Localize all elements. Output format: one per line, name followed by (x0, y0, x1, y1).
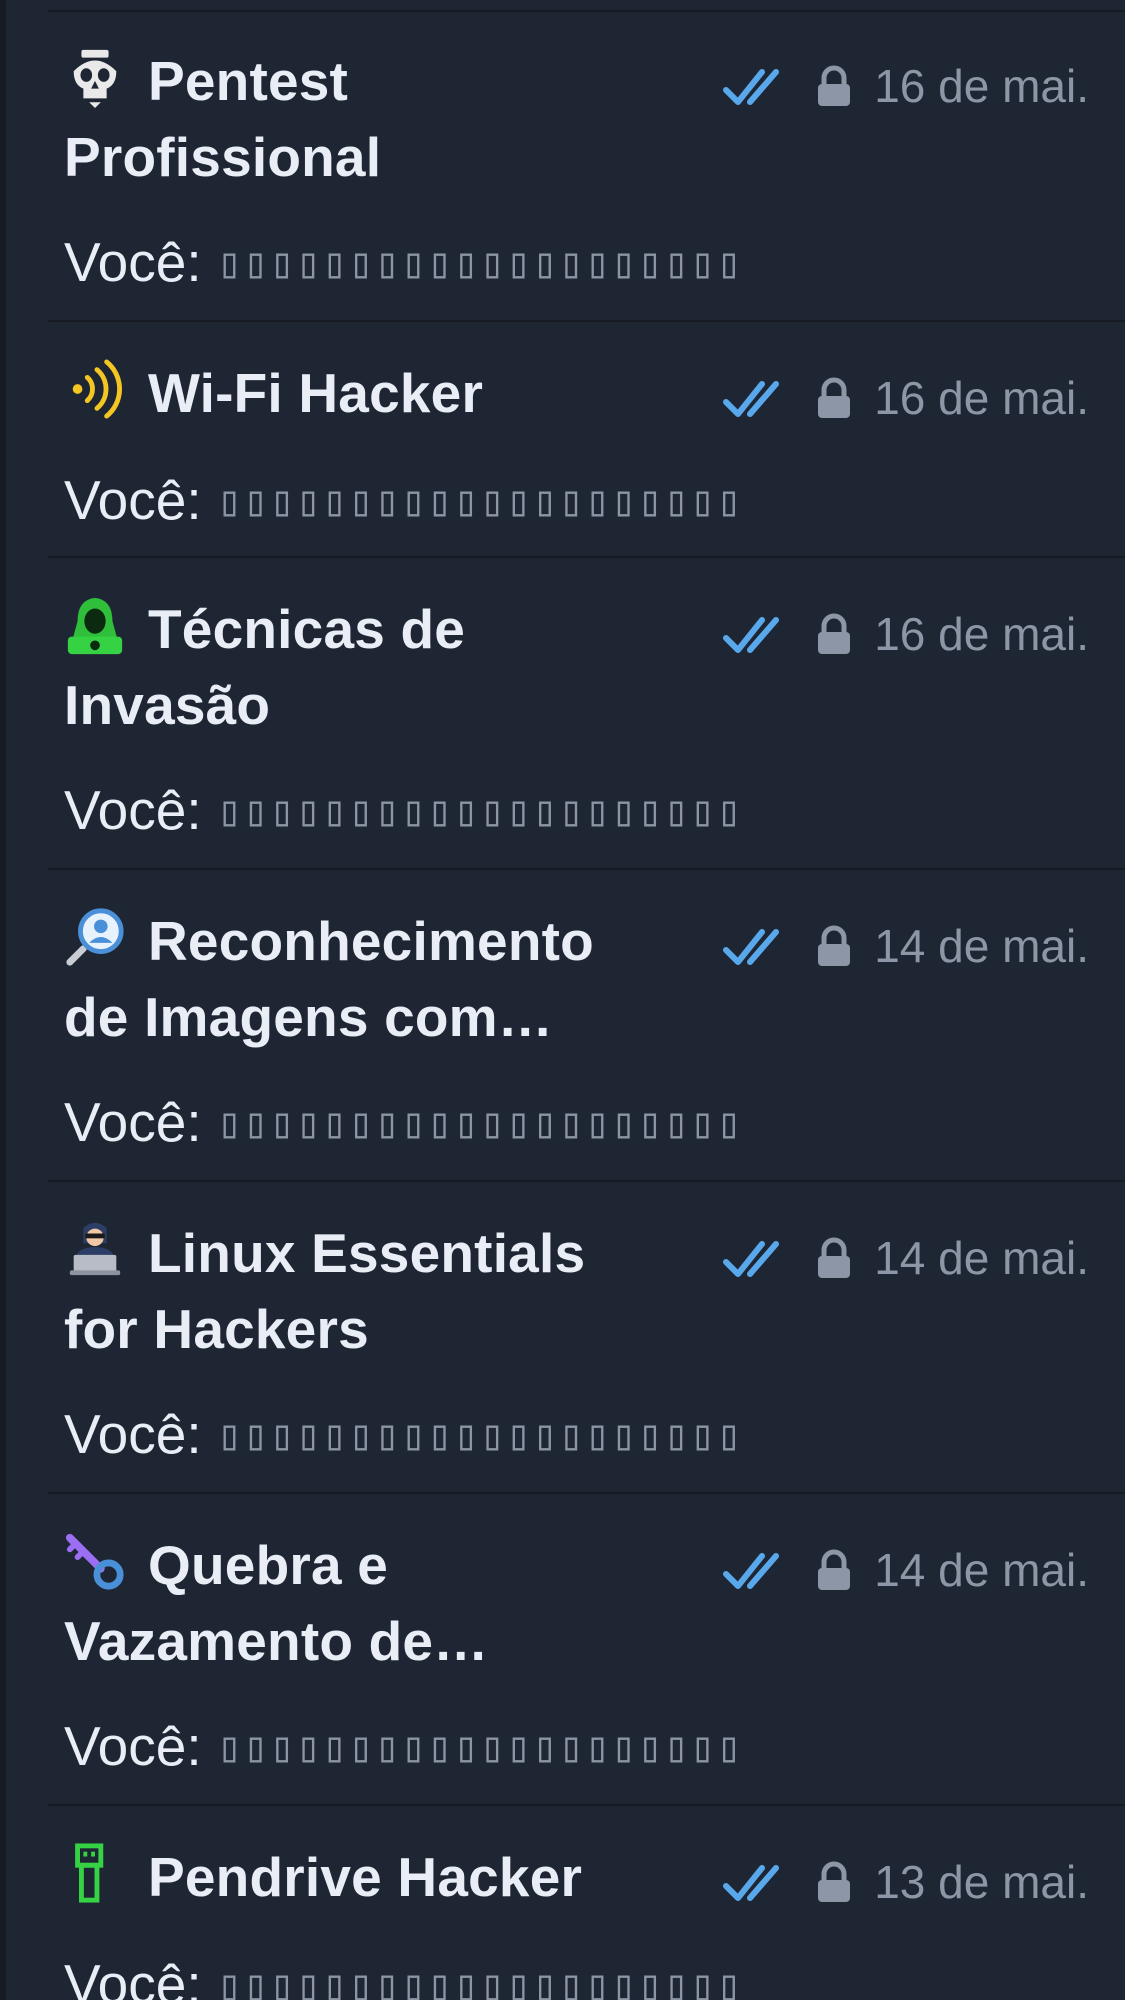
chat-title-text: Linux Essentials for Hackers (64, 1222, 586, 1360)
chat-item-pentest-profissional[interactable]: Pentest Profissional 16 de mai. Você: ▯▯… (48, 10, 1125, 322)
chat-date: 13 de mai. (874, 1856, 1089, 1908)
usb-drive-emoji-icon (64, 1842, 126, 1904)
chat-item-wifi-hacker[interactable]: Wi-Fi Hacker 16 de mai. Você: ▯▯▯▯▯▯▯▯▯▯… (48, 322, 1125, 558)
chat-preview: Você: ▯▯▯▯▯▯▯▯▯▯▯▯▯▯▯▯▯▯▯▯ (64, 1954, 743, 2000)
preview-sender: Você: (64, 779, 202, 841)
preview-sender: Você: (64, 1953, 202, 2000)
lock-icon (814, 1548, 854, 1592)
double-check-icon (722, 1860, 794, 1904)
lock-icon (814, 64, 854, 108)
chat-meta: 13 de mai. (722, 1852, 1089, 1912)
chat-date: 16 de mai. (874, 372, 1089, 424)
chat-title-text: Pendrive Hacker (148, 1846, 583, 1908)
chat-title-row: Linux Essentials for Hackers (64, 1215, 664, 1367)
lock-icon (814, 924, 854, 968)
chat-title-row: Quebra e Vazamento de… (64, 1527, 664, 1679)
lock-icon (814, 1860, 854, 1904)
preview-message: ▯▯▯▯▯▯▯▯▯▯▯▯▯▯▯▯▯▯▯▯ (216, 1098, 743, 1147)
chat-preview: Você: ▯▯▯▯▯▯▯▯▯▯▯▯▯▯▯▯▯▯▯▯ (64, 1716, 743, 1777)
chat-meta: 14 de mai. (722, 916, 1089, 976)
chat-title-text: Wi-Fi Hacker (148, 362, 484, 424)
chat-title-text: Quebra e Vazamento de… (64, 1534, 489, 1672)
preview-message: ▯▯▯▯▯▯▯▯▯▯▯▯▯▯▯▯▯▯▯▯ (216, 1960, 743, 2000)
lock-icon (814, 612, 854, 656)
preview-sender: Você: (64, 1403, 202, 1465)
chat-preview: Você: ▯▯▯▯▯▯▯▯▯▯▯▯▯▯▯▯▯▯▯▯ (64, 1404, 743, 1465)
chat-preview: Você: ▯▯▯▯▯▯▯▯▯▯▯▯▯▯▯▯▯▯▯▯ (64, 780, 743, 841)
double-check-icon (722, 64, 794, 108)
chat-title-row: Pendrive Hacker (64, 1839, 664, 1915)
chat-list: Pentest Profissional 16 de mai. Você: ▯▯… (48, 10, 1125, 2000)
chat-date: 16 de mai. (874, 608, 1089, 660)
signal-emoji-icon (64, 358, 126, 420)
preview-message: ▯▯▯▯▯▯▯▯▯▯▯▯▯▯▯▯▯▯▯▯ (216, 238, 743, 287)
preview-sender: Você: (64, 1715, 202, 1777)
chat-date: 14 de mai. (874, 920, 1089, 972)
left-edge-border (0, 0, 6, 2000)
preview-message: ▯▯▯▯▯▯▯▯▯▯▯▯▯▯▯▯▯▯▯▯ (216, 1410, 743, 1459)
hacker-laptop-emoji-icon (64, 1218, 126, 1280)
chat-item-reconhecimento-de-imagens[interactable]: Reconhecimento de Imagens com… 14 de mai… (48, 870, 1125, 1182)
lock-icon (814, 376, 854, 420)
key-emoji-icon (64, 1530, 126, 1592)
chat-meta: 14 de mai. (722, 1228, 1089, 1288)
chat-title-row: Técnicas de Invasão (64, 591, 664, 743)
chat-item-quebra-e-vazamento[interactable]: Quebra e Vazamento de… 14 de mai. Você: … (48, 1494, 1125, 1806)
chat-item-linux-essentials[interactable]: Linux Essentials for Hackers 14 de mai. … (48, 1182, 1125, 1494)
chat-title-text: Reconhecimento de Imagens com… (64, 910, 594, 1048)
chat-meta: 16 de mai. (722, 368, 1089, 428)
chat-date: 14 de mai. (874, 1232, 1089, 1284)
chat-title-row: Pentest Profissional (64, 43, 664, 195)
chat-preview: Você: ▯▯▯▯▯▯▯▯▯▯▯▯▯▯▯▯▯▯▯▯ (64, 470, 743, 531)
chat-date: 16 de mai. (874, 60, 1089, 112)
preview-sender: Você: (64, 1091, 202, 1153)
lock-icon (814, 1236, 854, 1280)
preview-sender: Você: (64, 231, 202, 293)
double-check-icon (722, 376, 794, 420)
chat-meta: 16 de mai. (722, 604, 1089, 664)
chat-date: 14 de mai. (874, 1544, 1089, 1596)
double-check-icon (722, 924, 794, 968)
preview-sender: Você: (64, 469, 202, 531)
chat-title-row: Wi-Fi Hacker (64, 355, 664, 431)
chat-meta: 16 de mai. (722, 56, 1089, 116)
preview-message: ▯▯▯▯▯▯▯▯▯▯▯▯▯▯▯▯▯▯▯▯ (216, 786, 743, 835)
double-check-icon (722, 1236, 794, 1280)
chat-item-tecnicas-de-invasao[interactable]: Técnicas de Invasão 16 de mai. Você: ▯▯▯… (48, 558, 1125, 870)
preview-message: ▯▯▯▯▯▯▯▯▯▯▯▯▯▯▯▯▯▯▯▯ (216, 1722, 743, 1771)
chat-item-pendrive-hacker[interactable]: Pendrive Hacker 13 de mai. Você: ▯▯▯▯▯▯▯… (48, 1806, 1125, 2000)
chat-meta: 14 de mai. (722, 1540, 1089, 1600)
skull-emoji-icon (64, 46, 126, 108)
magnifier-person-emoji-icon (64, 906, 126, 968)
chat-preview: Você: ▯▯▯▯▯▯▯▯▯▯▯▯▯▯▯▯▯▯▯▯ (64, 232, 743, 293)
double-check-icon (722, 1548, 794, 1592)
chat-preview: Você: ▯▯▯▯▯▯▯▯▯▯▯▯▯▯▯▯▯▯▯▯ (64, 1092, 743, 1153)
chat-list-screen: Pentest Profissional 16 de mai. Você: ▯▯… (0, 0, 1125, 2000)
double-check-icon (722, 612, 794, 656)
chat-title-row: Reconhecimento de Imagens com… (64, 903, 664, 1055)
hooded-hacker-emoji-icon (64, 594, 126, 656)
preview-message: ▯▯▯▯▯▯▯▯▯▯▯▯▯▯▯▯▯▯▯▯ (216, 476, 743, 525)
